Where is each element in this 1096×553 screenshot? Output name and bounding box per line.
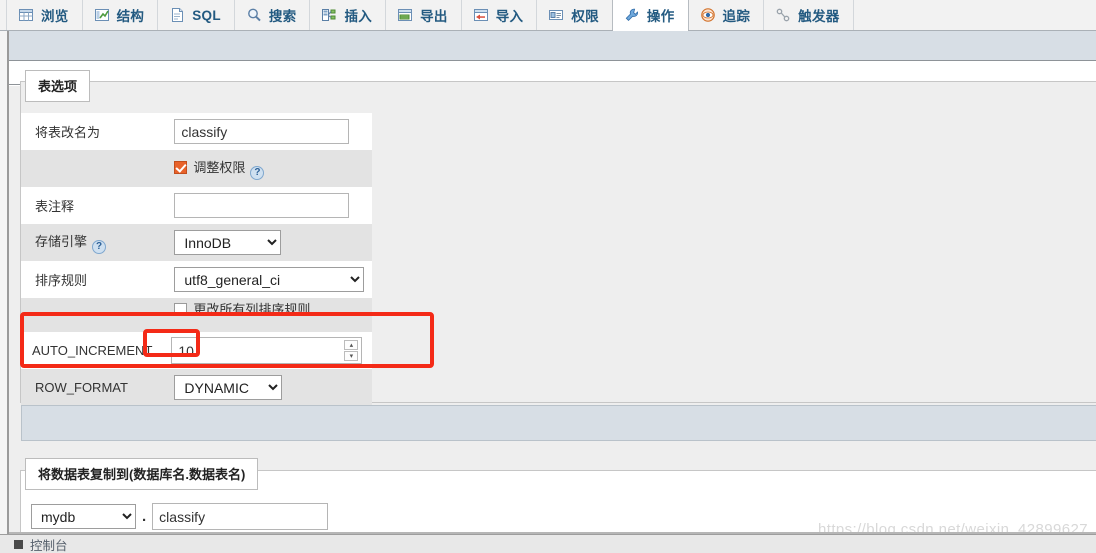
import-icon [473, 7, 489, 23]
tab-privileges[interactable]: 权限 [536, 0, 613, 30]
row-format-label: ROW_FORMAT [21, 369, 161, 406]
table-tab-bar: 浏览 结构 SQL 搜索 插入 导出 导入 权限 操作 追踪 触发器 [0, 0, 1096, 31]
row-engine: 存储引擎? InnoDB [21, 224, 373, 261]
auto-increment-cell: ▴ ▾ [160, 332, 373, 369]
spacer-right [160, 318, 373, 332]
change-all-collations-label: 更改所有列排序规则 [193, 301, 311, 317]
tab-label: 权限 [571, 9, 599, 24]
comment-cell [160, 187, 373, 224]
sql-icon [169, 7, 185, 23]
copy-table-target-row: mydb . [31, 503, 329, 530]
export-icon [397, 7, 413, 23]
row-comment: 表注释 [21, 187, 373, 224]
table-options-table: 将表改名为 调整权限? 表注释 存储引擎? InnoDB [21, 113, 373, 406]
phpmyadmin-operations-page: 浏览 结构 SQL 搜索 插入 导出 导入 权限 操作 追踪 触发器 表选项 将… [0, 0, 1096, 553]
console-label: 控制台 [30, 538, 68, 553]
row-spacer [21, 318, 373, 332]
tab-label: 搜索 [268, 9, 297, 24]
tab-insert[interactable]: 插入 [309, 0, 387, 30]
tracking-icon [700, 7, 716, 23]
spacer-left [21, 318, 161, 332]
tab-operations[interactable]: 操作 [611, 0, 689, 31]
tab-label: 浏览 [41, 9, 69, 24]
auto-increment-label: AUTO_INCREMENT [21, 332, 161, 369]
tab-tracking[interactable]: 追踪 [687, 0, 765, 30]
copy-separator: . [142, 508, 147, 525]
console-icon [14, 539, 23, 549]
table-options-footer-band [21, 405, 1096, 441]
engine-cell: InnoDB [160, 224, 373, 261]
row-format-cell: DYNAMIC [160, 369, 373, 406]
console-bar[interactable]: 控制台 [0, 534, 1096, 553]
tab-label: 操作 [646, 9, 675, 24]
rename-label: 将表改名为 [21, 113, 161, 150]
adjust-privileges-spacer [21, 150, 161, 187]
tab-label: 导入 [495, 9, 524, 24]
browse-icon [18, 7, 34, 23]
engine-cell-label: 存储引擎? [21, 224, 161, 261]
navigation-frame-divider [0, 31, 9, 553]
tab-triggers[interactable]: 触发器 [763, 0, 854, 30]
row-auto-increment: AUTO_INCREMENT ▴ ▾ [21, 332, 373, 369]
triggers-icon [775, 7, 791, 23]
tab-browse[interactable]: 浏览 [6, 0, 83, 30]
operations-icon [624, 7, 640, 23]
toolbar-band [0, 31, 1096, 61]
tab-label: 追踪 [722, 9, 751, 24]
tab-label: SQL [192, 7, 221, 23]
auto-increment-input[interactable] [172, 338, 345, 363]
collation-label: 排序规则 [21, 261, 161, 298]
collation-cell: utf8_general_ci [160, 261, 373, 298]
comment-label: 表注释 [21, 187, 161, 224]
row-rename: 将表改名为 [21, 113, 373, 150]
row-collation: 排序规则 utf8_general_ci [21, 261, 373, 298]
rename-cell [160, 113, 373, 150]
privileges-icon [548, 7, 564, 23]
adjust-privileges-help-icon[interactable]: ? [250, 166, 265, 180]
engine-label: 存储引擎 [35, 234, 88, 249]
change-all-collations-cell: 更改所有列排序规则 [160, 298, 373, 318]
tab-label: 结构 [116, 9, 145, 24]
spinner-up-button[interactable]: ▴ [344, 340, 359, 350]
insert-icon [321, 7, 337, 23]
copy-table-legend: 将数据表复制到(数据库名.数据表名) [25, 458, 259, 490]
adjust-privileges-cell: 调整权限? [160, 150, 373, 187]
copy-database-select[interactable]: mydb [31, 504, 136, 529]
adjust-privileges-checkbox[interactable] [174, 161, 188, 174]
engine-help-icon[interactable]: ? [92, 240, 107, 254]
auto-increment-number-field[interactable]: ▴ ▾ [171, 337, 363, 364]
spinner-down-button[interactable]: ▾ [344, 351, 359, 361]
row-format-select[interactable]: DYNAMIC [174, 375, 283, 400]
tab-sql[interactable]: SQL [157, 0, 235, 30]
rename-input[interactable] [174, 119, 350, 144]
change-all-collations-spacer [21, 298, 161, 318]
collation-select[interactable]: utf8_general_ci [174, 267, 365, 292]
search-icon [246, 7, 262, 23]
tab-label: 触发器 [798, 9, 840, 24]
toolbar-band-inner [6, 31, 1096, 60]
change-all-collations-checkbox[interactable] [174, 302, 188, 316]
tab-export[interactable]: 导出 [385, 0, 462, 30]
adjust-privileges-label: 调整权限 [193, 160, 246, 175]
tab-search[interactable]: 搜索 [233, 0, 311, 30]
copy-table-name-input[interactable] [152, 503, 329, 530]
auto-increment-spinner[interactable]: ▴ ▾ [344, 338, 361, 363]
table-options-legend: 表选项 [25, 70, 91, 102]
tab-label: 导出 [420, 9, 448, 24]
structure-icon [94, 7, 110, 23]
engine-select[interactable]: InnoDB [174, 230, 282, 255]
comment-input[interactable] [174, 193, 350, 218]
row-change-all-collations: 更改所有列排序规则 [21, 298, 373, 318]
row-row-format: ROW_FORMAT DYNAMIC [21, 369, 373, 406]
tab-label: 插入 [344, 9, 373, 24]
tab-import[interactable]: 导入 [460, 0, 538, 30]
tab-structure[interactable]: 结构 [81, 0, 159, 30]
row-adjust-privileges: 调整权限? [21, 150, 373, 187]
